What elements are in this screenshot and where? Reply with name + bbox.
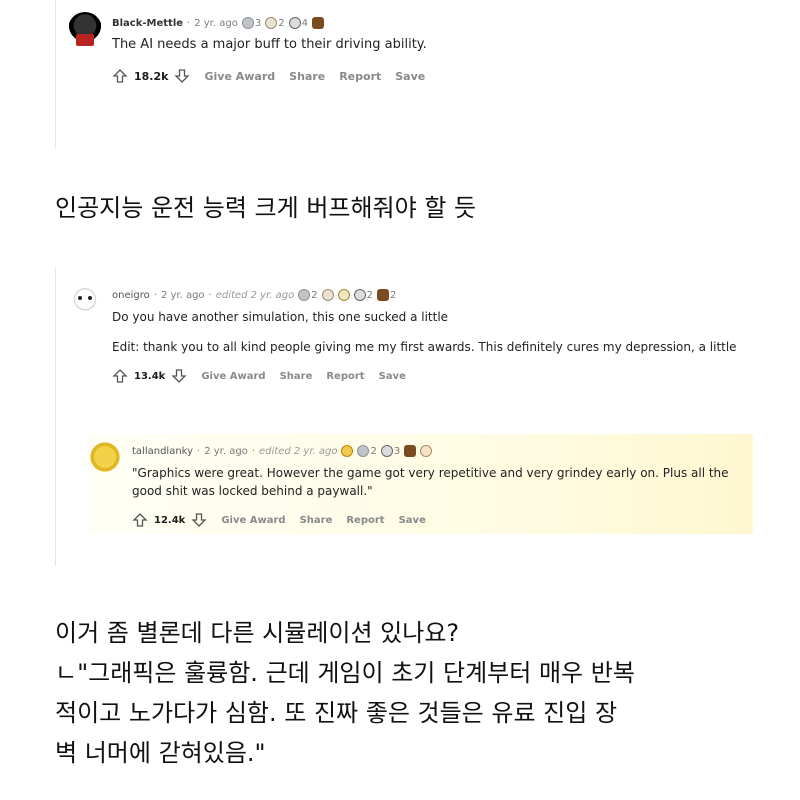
edited-label: edited 2 yr. ago [215, 289, 295, 301]
award-wholesome[interactable] [337, 289, 350, 301]
upvote-arrow-icon[interactable] [112, 68, 128, 84]
report-button[interactable]: Report [339, 70, 381, 83]
award-gold[interactable] [341, 445, 354, 457]
comment-edit-text: Edit: thank you to all kind people givin… [112, 340, 737, 354]
award-silver[interactable]: 2 [357, 445, 377, 457]
comment-meta: tallandlanky · 2 yr. ago · edited 2 yr. … [132, 434, 753, 458]
caption-translation-1: 인공지능 운전 능력 크게 버프해줘야 할 듯 [55, 194, 477, 222]
comment-meta: Black-Mettle · 2 yr. ago 3 2 4 [112, 6, 748, 30]
give-award-button[interactable]: Give Award [221, 515, 285, 526]
silver-award-icon [298, 289, 311, 301]
share-button[interactable]: Share [289, 70, 325, 83]
comment-black-mettle: Black-Mettle · 2 yr. ago 3 2 4 The AI ne… [68, 6, 748, 84]
dollar-award-icon [353, 289, 366, 301]
comment-age: 2 yr. ago [194, 17, 238, 29]
downvote-arrow-icon[interactable] [174, 68, 191, 84]
save-button[interactable]: Save [399, 515, 426, 526]
comment-text: "Graphics were great. However the game g… [132, 466, 729, 498]
award-bear[interactable] [404, 445, 417, 457]
username[interactable]: Black-Mettle [112, 18, 183, 29]
share-button[interactable]: Share [300, 515, 333, 526]
vote-count: 12.4k [154, 514, 186, 526]
comment-screenshot-2: oneigro · 2 yr. ago · edited 2 yr. ago 2… [55, 268, 755, 566]
give-award-button[interactable]: Give Award [204, 70, 275, 83]
share-button[interactable]: Share [280, 371, 313, 382]
vote-group: 12.4k [132, 512, 207, 528]
award-dollar[interactable]: 2 [353, 289, 373, 301]
award-dollar[interactable]: 3 [380, 445, 400, 457]
comment-text: The AI needs a major buff to their drivi… [112, 37, 427, 52]
bear-award-icon [376, 289, 389, 301]
dollar-award-icon [288, 17, 301, 29]
username[interactable]: oneigro [112, 290, 150, 301]
gold-award-icon [341, 445, 354, 457]
save-button[interactable]: Save [379, 371, 406, 382]
comment-actions: 12.4k Give Award Share Report Save [132, 512, 753, 528]
caption-line: ㄴ"그래픽은 훌륭함. 근데 게임이 초기 단계부터 매우 반복 [55, 659, 635, 687]
comment-actions: 18.2k Give Award Share Report Save [112, 68, 748, 84]
downvote-arrow-icon[interactable] [171, 368, 187, 384]
hand-award-icon [420, 445, 433, 457]
vote-count: 18.2k [134, 69, 169, 83]
save-button[interactable]: Save [395, 70, 425, 83]
downvote-arrow-icon[interactable] [191, 512, 207, 528]
comment-actions: 13.4k Give Award Share Report Save [112, 368, 748, 384]
award-bear[interactable] [311, 17, 324, 29]
comment-screenshot-1: Black-Mettle · 2 yr. ago 3 2 4 The AI ne… [55, 0, 755, 148]
comment-oneigro: oneigro · 2 yr. ago · edited 2 yr. ago 2… [68, 278, 748, 384]
reply-tallandlanky: tallandlanky · 2 yr. ago · edited 2 yr. … [88, 434, 753, 534]
comment-age: 2 yr. ago [160, 289, 205, 301]
helpful-award-icon [265, 17, 278, 29]
silver-award-icon [241, 17, 254, 29]
wholesome-award-icon [337, 289, 350, 301]
username[interactable]: tallandlanky [132, 446, 193, 457]
caption-translation-2: 이거 좀 별론데 다른 시뮬레이션 있나요? ㄴ"그래픽은 훌륭함. 근데 게임… [55, 613, 635, 773]
comment-age: 2 yr. ago [204, 445, 248, 457]
award-helpful[interactable] [321, 289, 334, 301]
award-dollar[interactable]: 4 [288, 17, 308, 29]
caption-line: 이거 좀 별론데 다른 시뮬레이션 있나요? [55, 619, 460, 647]
vote-group: 13.4k [112, 368, 187, 384]
bear-award-icon [311, 17, 324, 29]
report-button[interactable]: Report [346, 515, 384, 526]
silver-award-icon [357, 445, 370, 457]
upvote-arrow-icon[interactable] [112, 368, 128, 384]
comment-text: Do you have another simulation, this one… [112, 310, 449, 324]
edited-label: edited 2 yr. ago [259, 445, 338, 457]
give-award-button[interactable]: Give Award [201, 371, 265, 382]
upvote-arrow-icon[interactable] [132, 512, 148, 528]
caption-line: 적이고 노가다가 심함. 또 진짜 좋은 것들은 유료 진입 장 [55, 699, 618, 727]
avatar[interactable] [68, 284, 102, 318]
caption-line: 벽 너머에 갇혀있음." [55, 739, 266, 767]
award-hand[interactable] [420, 445, 433, 457]
comment-meta: oneigro · 2 yr. ago · edited 2 yr. ago 2… [112, 289, 397, 301]
award-silver[interactable]: 2 [298, 289, 318, 301]
bear-award-icon [404, 445, 417, 457]
vote-group: 18.2k [112, 68, 191, 84]
award-silver[interactable]: 3 [241, 17, 261, 29]
award-helpful[interactable]: 2 [265, 17, 285, 29]
report-button[interactable]: Report [326, 371, 364, 382]
vote-count: 13.4k [134, 370, 166, 382]
helpful-award-icon [321, 289, 334, 301]
avatar[interactable] [88, 440, 122, 474]
avatar[interactable] [68, 12, 102, 46]
dollar-award-icon [380, 445, 393, 457]
award-bear[interactable]: 2 [376, 289, 396, 301]
